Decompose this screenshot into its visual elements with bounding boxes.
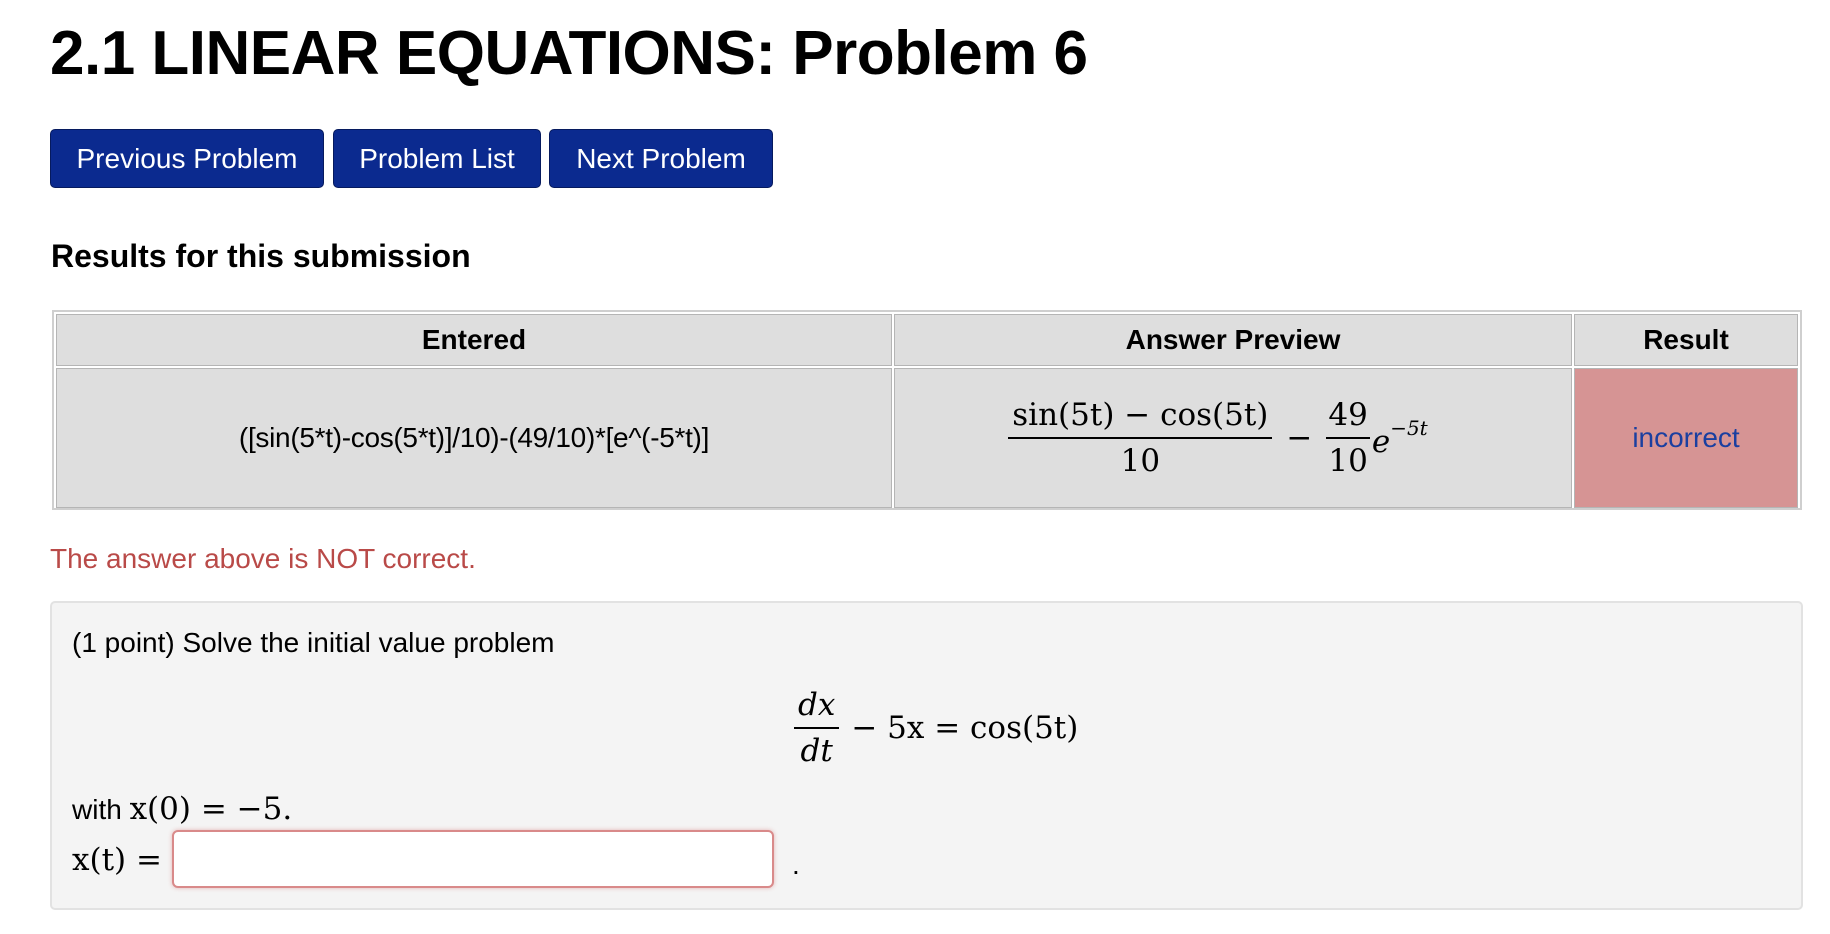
initial-condition-prefix: with <box>72 794 122 825</box>
problem-list-button[interactable]: Problem List <box>333 129 541 188</box>
status-message: The answer above is NOT correct. <box>50 543 476 574</box>
page-title: 2.1 LINEAR EQUATIONS: Problem 6 <box>50 19 1088 88</box>
preview-fraction-1-numerator: sin(5t) − cos(5t) <box>1008 397 1273 439</box>
problem-statement: (1 point) Solve the initial value proble… <box>72 627 555 658</box>
initial-condition: x(0) = −5. <box>129 791 293 827</box>
preview-minus-sign: − <box>1286 420 1313 456</box>
answer-preview-cell: sin(5t) − cos(5t) 10 − 49 10 e −5t <box>894 368 1572 508</box>
preview-exponential-base: e <box>1371 424 1391 460</box>
preview-fraction-2-denominator: 10 <box>1328 443 1368 479</box>
column-header-entered: Entered <box>56 314 892 366</box>
answer-trailing-period: . <box>792 849 800 880</box>
page: 2.1 LINEAR EQUATIONS: Problem 6 Previous… <box>0 0 1830 934</box>
next-problem-button[interactable]: Next Problem <box>549 129 773 188</box>
result-status: incorrect <box>1632 422 1740 453</box>
column-header-result: Result <box>1574 314 1798 366</box>
problem-box: (1 point) Solve the initial value proble… <box>50 601 1803 910</box>
previous-problem-button[interactable]: Previous Problem <box>50 129 324 188</box>
entered-answer-text: ([sin(5*t)-cos(5*t)]/10)-(49/10)*[e^(-5*… <box>238 422 710 453</box>
preview-fraction-1: sin(5t) − cos(5t) 10 <box>1008 397 1273 479</box>
results-heading: Results for this submission <box>51 238 471 274</box>
preview-exponent: −5t <box>1390 416 1428 440</box>
results-table: Entered Answer Preview Result ([sin(5*t)… <box>52 310 1802 510</box>
equation-rest: − 5x = cos(5t) <box>851 710 1079 746</box>
derivative-fraction: dx dt <box>794 687 840 769</box>
column-header-answer-preview: Answer Preview <box>894 314 1572 366</box>
answer-preview-math: sin(5t) − cos(5t) 10 − 49 10 e −5t <box>1008 397 1428 479</box>
preview-fraction-2-numerator: 49 <box>1326 397 1370 439</box>
derivative-numerator: dx <box>794 687 840 729</box>
differential-equation: dx dt − 5x = cos(5t) <box>794 687 1078 769</box>
answer-input[interactable] <box>172 830 774 888</box>
preview-fraction-2: 49 10 <box>1326 397 1370 479</box>
preview-fraction-1-denominator: 10 <box>1120 443 1161 479</box>
entered-cell: ([sin(5*t)-cos(5*t)]/10)-(49/10)*[e^(-5*… <box>56 368 892 508</box>
initial-condition-line: with x(0) = −5. <box>72 791 292 827</box>
answer-label: x(t) = <box>72 842 162 878</box>
derivative-denominator: dt <box>800 733 833 769</box>
result-cell: incorrect <box>1574 368 1798 508</box>
